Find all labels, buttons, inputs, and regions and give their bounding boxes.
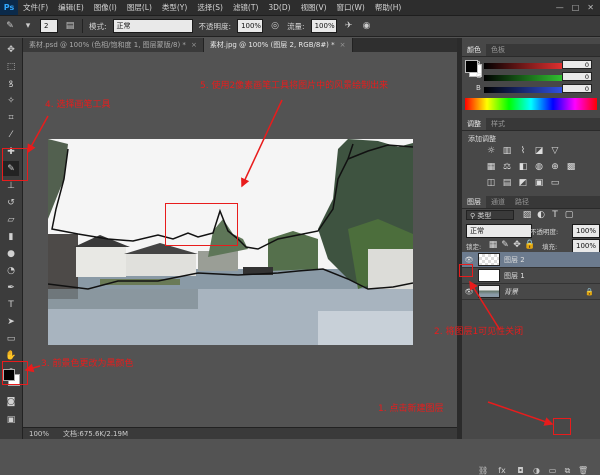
- new-layer-icon[interactable]: ⧉: [563, 466, 572, 475]
- foreground-color-swatch[interactable]: [3, 369, 15, 381]
- folder-icon[interactable]: ▭: [548, 466, 557, 475]
- link-icon[interactable]: ⛓: [478, 466, 488, 475]
- panel-foreground-swatch[interactable]: [465, 60, 478, 73]
- fx-icon[interactable]: fx: [496, 466, 508, 475]
- adjustment-icon[interactable]: ◑: [532, 466, 541, 475]
- mask-icon[interactable]: ◘: [516, 466, 525, 475]
- trash-icon[interactable]: 🗑: [578, 466, 588, 475]
- annotation-arrows: [24, 99, 554, 426]
